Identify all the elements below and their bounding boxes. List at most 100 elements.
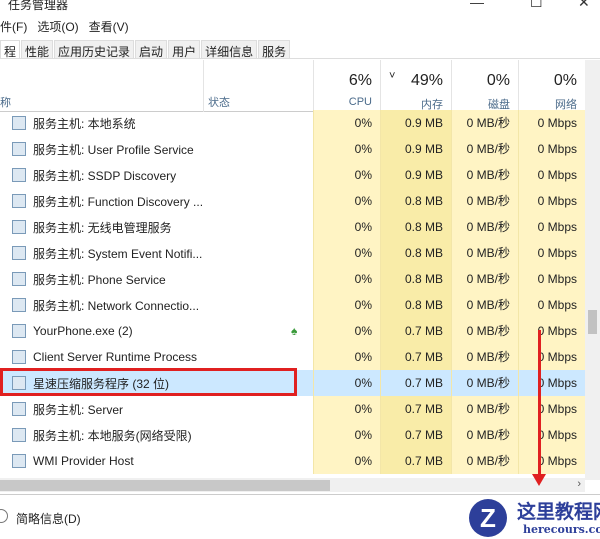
cpu-value: 0% (313, 162, 380, 188)
network-value: 0 Mbps (518, 110, 585, 136)
disk-value: 0 MB/秒 (451, 162, 518, 188)
annotation-arrow (538, 330, 541, 478)
logo-z-icon: Z (469, 499, 507, 537)
column-header: 称 状态 6% CPU ˅ 49% 内存 0% 磁盘 0% 网络 (0, 60, 585, 112)
collapse-icon[interactable] (0, 509, 8, 523)
col-memory[interactable]: ˅ 49% 内存 (380, 60, 451, 112)
memory-value: 0.8 MB (380, 266, 451, 292)
horizontal-scrollbar[interactable]: › (0, 478, 585, 492)
memory-value: 0.9 MB (380, 136, 451, 162)
tab-performance[interactable]: 性能 (21, 40, 54, 59)
process-name: 服务主机: 本地服务(网络受限) (0, 427, 203, 444)
memory-value: 0.7 MB (380, 422, 451, 448)
cpu-value: 0% (313, 344, 380, 370)
process-row[interactable]: 服务主机: 本地系统 0% 0.9 MB 0 MB/秒 0 Mbps (0, 110, 585, 136)
col-name-label: 称 (0, 97, 11, 109)
process-row[interactable]: 服务主机: User Profile Service 0% 0.9 MB 0 M… (0, 136, 585, 162)
network-value: 0 Mbps (518, 344, 585, 370)
tab-users[interactable]: 用户 (168, 40, 201, 59)
process-icon (12, 116, 26, 130)
col-status[interactable]: 状态 (203, 60, 313, 112)
menu-bar: 件(F) 选项(O) 查看(V) (0, 18, 129, 36)
process-row[interactable]: WMI Provider Host 0% 0.7 MB 0 MB/秒 0 Mbp… (0, 448, 585, 474)
tab-processes[interactable]: 程 (0, 40, 21, 59)
process-row[interactable]: 服务主机: 无线电管理服务 0% 0.8 MB 0 MB/秒 0 Mbps (0, 214, 585, 240)
process-name-label: 服务主机: Server (33, 402, 124, 417)
process-row[interactable]: 服务主机: SSDP Discovery 0% 0.9 MB 0 MB/秒 0 … (0, 162, 585, 188)
process-row[interactable]: 服务主机: 本地服务(网络受限) 0% 0.7 MB 0 MB/秒 0 Mbps (0, 422, 585, 448)
process-row[interactable]: YourPhone.exe (2) ♠ 0% 0.7 MB 0 MB/秒 0 M… (0, 318, 585, 344)
process-icon (12, 324, 26, 338)
memory-value: 0.8 MB (380, 188, 451, 214)
disk-value: 0 MB/秒 (451, 448, 518, 474)
scroll-thumb[interactable] (588, 310, 597, 334)
fewer-details-link[interactable]: 简略信息(D) (16, 510, 81, 527)
process-name: 服务主机: Server (0, 401, 203, 418)
disk-value: 0 MB/秒 (451, 396, 518, 422)
disk-total: 0% (486, 72, 510, 89)
close-button[interactable]: ✕ (578, 0, 590, 11)
vertical-scrollbar[interactable] (585, 60, 600, 480)
memory-value: 0.8 MB (380, 214, 451, 240)
tab-services[interactable]: 服务 (258, 40, 291, 59)
maximize-button[interactable]: ☐ (530, 0, 543, 11)
minimize-button[interactable]: — (470, 0, 484, 10)
process-name: 服务主机: 本地系统 (0, 115, 203, 132)
disk-value: 0 MB/秒 (451, 136, 518, 162)
process-icon (12, 142, 26, 156)
memory-value: 0.7 MB (380, 370, 451, 396)
cpu-value: 0% (313, 266, 380, 292)
network-value: 0 Mbps (518, 266, 585, 292)
tab-details[interactable]: 详细信息 (201, 40, 258, 59)
process-name-label: 服务主机: 本地系统 (33, 116, 136, 131)
process-name: 服务主机: Phone Service (0, 271, 203, 288)
process-row[interactable]: 服务主机: Server 0% 0.7 MB 0 MB/秒 0 Mbps (0, 396, 585, 422)
watermark-text: 这里教程网 (517, 501, 600, 523)
process-name: 服务主机: Network Connectio... (0, 297, 203, 314)
process-icon (12, 246, 26, 260)
network-value: 0 Mbps (518, 162, 585, 188)
process-name-label: 服务主机: Phone Service (33, 272, 166, 287)
scroll-right-icon[interactable]: › (577, 478, 581, 490)
menu-options[interactable]: 选项(O) (37, 18, 78, 36)
process-row[interactable]: Client Server Runtime Process 0% 0.7 MB … (0, 344, 585, 370)
process-icon (12, 402, 26, 416)
disk-value: 0 MB/秒 (451, 110, 518, 136)
cpu-value: 0% (313, 396, 380, 422)
process-icon (12, 194, 26, 208)
process-icon (12, 428, 26, 442)
col-cpu[interactable]: 6% CPU (313, 60, 380, 112)
process-row[interactable]: 服务主机: Network Connectio... 0% 0.8 MB 0 M… (0, 292, 585, 318)
highlight-box (0, 368, 297, 396)
process-name-label: 服务主机: User Profile Service (33, 142, 194, 157)
menu-view[interactable]: 查看(V) (89, 18, 129, 36)
process-row[interactable]: 服务主机: System Event Notifi... 0% 0.8 MB 0… (0, 240, 585, 266)
process-row[interactable]: 服务主机: Phone Service 0% 0.8 MB 0 MB/秒 0 M… (0, 266, 585, 292)
process-icon (12, 168, 26, 182)
process-name: Client Server Runtime Process (0, 350, 203, 364)
process-icon (12, 454, 26, 468)
menu-file[interactable]: 件(F) (0, 18, 27, 36)
watermark-url: herecours.com (523, 523, 600, 536)
arrow-head-icon (532, 474, 546, 486)
tab-app-history[interactable]: 应用历史记录 (54, 40, 135, 59)
disk-value: 0 MB/秒 (451, 214, 518, 240)
network-value: 0 Mbps (518, 136, 585, 162)
col-disk[interactable]: 0% 磁盘 (451, 60, 518, 112)
process-name-label: Client Server Runtime Process (33, 350, 198, 364)
cpu-value: 0% (313, 448, 380, 474)
footer: 简略信息(D) (0, 494, 600, 539)
process-icon (12, 272, 26, 286)
process-name-label: 服务主机: SSDP Discovery (33, 168, 177, 183)
process-name-label: 服务主机: 本地服务(网络受限) (33, 428, 192, 443)
hscroll-thumb[interactable] (0, 480, 330, 491)
network-total: 0% (553, 72, 577, 89)
tab-startup[interactable]: 启动 (135, 40, 168, 59)
col-network[interactable]: 0% 网络 (518, 60, 585, 112)
process-list: 服务主机: 本地系统 0% 0.9 MB 0 MB/秒 0 Mbps 服务主机: … (0, 110, 585, 474)
process-row[interactable]: 服务主机: Function Discovery ... 0% 0.8 MB 0… (0, 188, 585, 214)
network-value: 0 Mbps (518, 292, 585, 318)
col-name[interactable]: 称 (0, 60, 203, 112)
cpu-value: 0% (313, 110, 380, 136)
cpu-value: 0% (313, 292, 380, 318)
